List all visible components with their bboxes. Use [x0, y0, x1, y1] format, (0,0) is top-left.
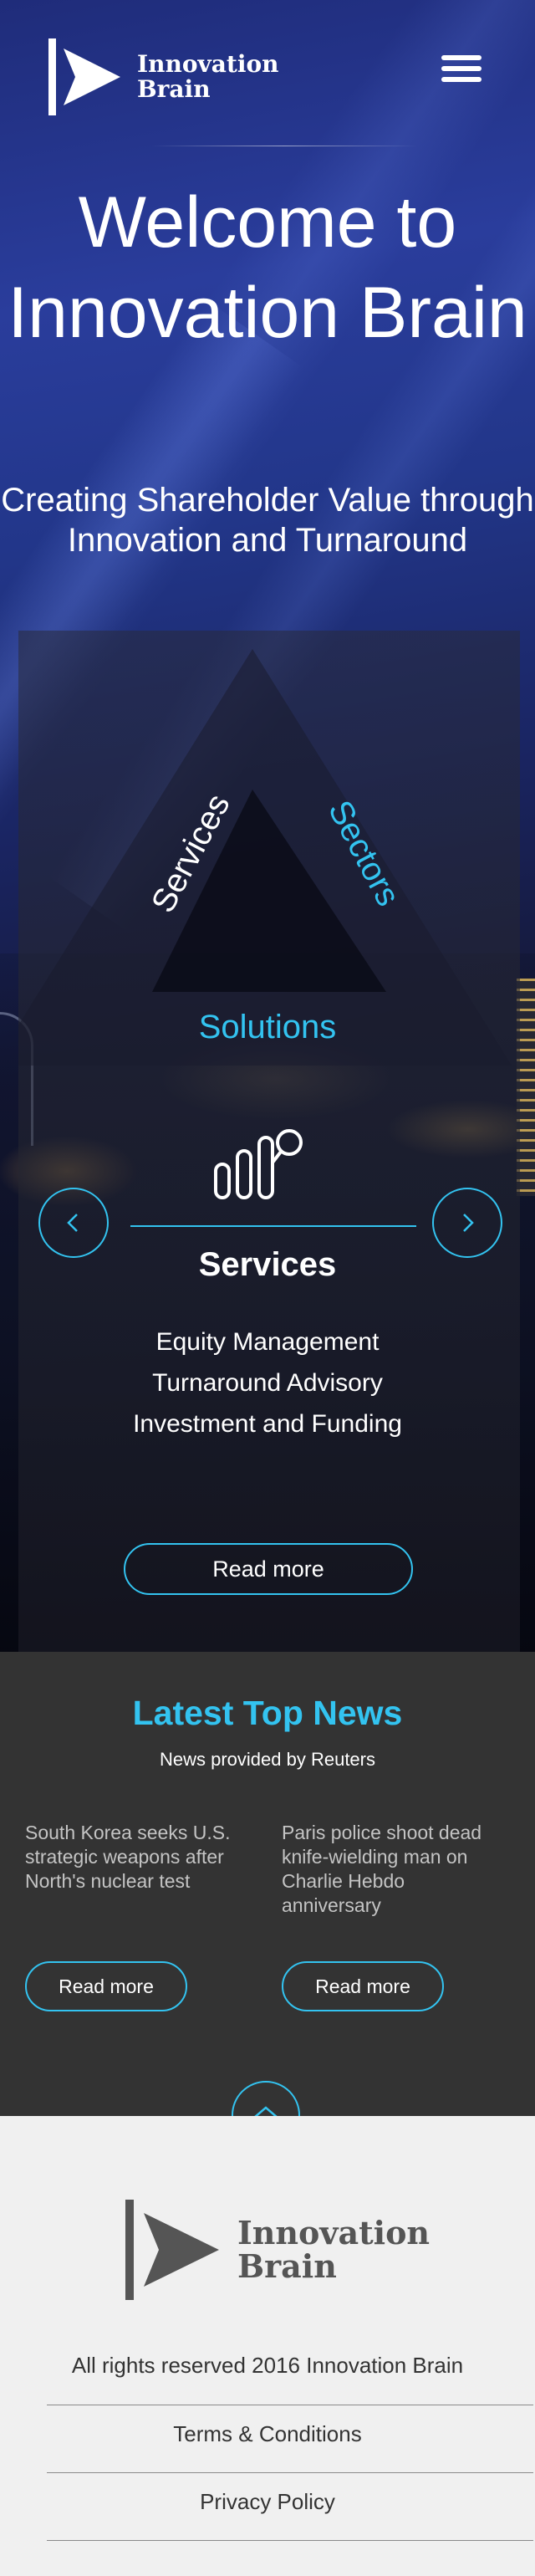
list-item: Turnaround Advisory	[152, 1369, 383, 1397]
list-item: Equity Management	[155, 1328, 380, 1356]
brand-name-line1: Innovation	[237, 2214, 431, 2251]
chevron-left-icon	[67, 1214, 78, 1232]
chevron-right-icon	[463, 1214, 474, 1232]
news-subtitle: News provided by Reuters	[159, 1749, 375, 1770]
triangle-graphic	[0, 649, 512, 1066]
news-read-more-button[interactable]: Read more	[25, 1961, 187, 2011]
news-headline[interactable]: Paris police shoot dead knife-wielding m…	[282, 1821, 499, 1918]
triangle-label-solutions[interactable]: Solutions	[0, 1009, 535, 1046]
bar-chart-magnifier-icon	[214, 1129, 303, 1199]
footer-divider	[47, 2472, 533, 2473]
list-item: Investment and Funding	[133, 1410, 402, 1438]
hero-title: Welcome to Innovation Brain	[8, 182, 527, 353]
footer-brand-name: Innovation Brain	[237, 2216, 430, 2283]
news-section: Latest Top News News provided by Reuters…	[0, 1652, 535, 2116]
brand-logo-icon	[125, 2200, 219, 2300]
terms-conditions-link[interactable]: Terms & Conditions	[0, 2421, 535, 2447]
slider-divider	[130, 1225, 416, 1227]
brand-logo-icon	[48, 38, 120, 115]
footer-divider	[47, 2540, 533, 2541]
brand-name-line1: Innovation	[137, 50, 279, 78]
slider-title: Services	[198, 1246, 337, 1283]
news-read-more-button[interactable]: Read more	[282, 1961, 444, 2011]
privacy-policy-link[interactable]: Privacy Policy	[0, 2489, 535, 2515]
triangle-diagram: Services Sectors	[0, 649, 520, 1067]
hamburger-menu-icon[interactable]	[441, 55, 482, 84]
services-list: Equity Management Turnaround Advisory In…	[0, 1321, 535, 1444]
news-headline[interactable]: South Korea seeks U.S. strategic weapons…	[25, 1821, 242, 1894]
copyright-text: All rights reserved 2016 Innovation Brai…	[71, 2353, 464, 2378]
services-read-more-button[interactable]: Read more	[124, 1543, 413, 1595]
hero-tagline: Creating Shareholder Value through Innov…	[1, 482, 534, 559]
brand-name-line2: Brain	[137, 75, 211, 103]
news-title: Latest Top News	[132, 1694, 403, 1732]
hero-section: Innovation Brain Welcome to Innovation B…	[0, 0, 535, 1652]
back-to-top-mask	[226, 2116, 306, 2154]
brand-name: Innovation Brain	[137, 52, 279, 102]
site-header: Innovation Brain	[0, 0, 535, 147]
footer-logo[interactable]: Innovation Brain	[125, 2200, 430, 2300]
brand-name-line2: Brain	[237, 2247, 337, 2285]
header-logo[interactable]: Innovation Brain	[48, 38, 279, 115]
